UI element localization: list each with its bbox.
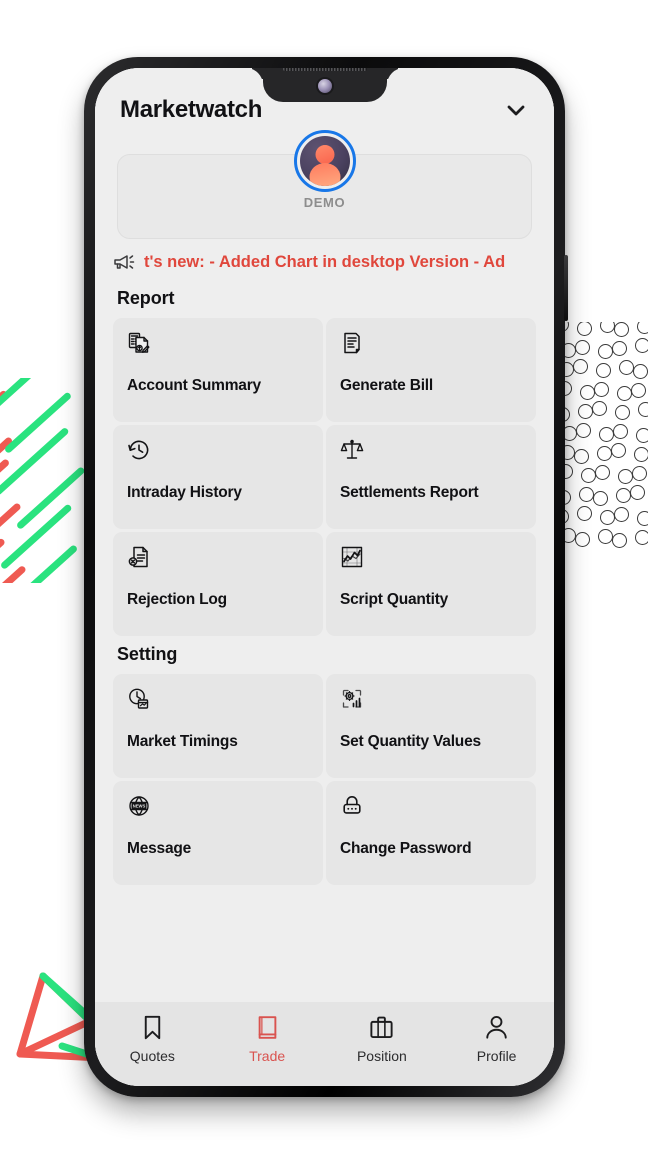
nav-label: Profile	[476, 1048, 517, 1064]
phone-screen: Marketwatch DEMO t's new: - Added Chart …	[95, 68, 554, 1086]
account-zone: DEMO	[95, 130, 554, 244]
bookmark-icon	[139, 1014, 166, 1041]
tile-label: Generate Bill	[340, 377, 434, 394]
app-body: Report Account Summary Generate Bill Int…	[95, 280, 554, 1002]
megaphone-icon	[113, 252, 137, 272]
app-container: Marketwatch DEMO t's new: - Added Chart …	[95, 68, 554, 1086]
page-title: Marketwatch	[120, 96, 263, 123]
tile-label: Intraday History	[127, 484, 242, 501]
phone-frame: Marketwatch DEMO t's new: - Added Chart …	[84, 57, 568, 1097]
marquee-text: t's new: - Added Chart in desktop Versio…	[144, 252, 506, 271]
tile-message[interactable]: NEWS Message	[113, 781, 323, 885]
balance-scales-icon	[340, 438, 522, 484]
tile-rejection-log[interactable]: Rejection Log	[113, 532, 323, 636]
bottom-navigation: Quotes Trade Position Profile	[95, 1002, 554, 1086]
clock-calendar-icon	[127, 687, 309, 733]
nav-label: Trade	[249, 1048, 286, 1064]
gear-bar-chart-icon	[340, 687, 522, 733]
setting-tile-grid: Market Timings Set Quantity Values NEWS …	[95, 674, 554, 885]
tile-label: Change Password	[340, 840, 472, 857]
document-calculator-edit-icon	[127, 331, 309, 377]
clock-history-icon	[127, 438, 309, 484]
news-globe-icon: NEWS	[127, 794, 309, 840]
document-x-circle-icon	[127, 545, 309, 591]
tile-label: Account Summary	[127, 377, 261, 394]
nav-item-quotes[interactable]: Quotes	[95, 1014, 210, 1064]
line-chart-icon	[340, 545, 522, 591]
report-tile-grid: Account Summary Generate Bill Intraday H…	[95, 318, 554, 636]
front-camera	[315, 77, 334, 95]
avatar[interactable]: DEMO	[265, 130, 385, 210]
section-title-report: Report	[117, 288, 175, 308]
document-lines-icon	[340, 331, 522, 377]
news-marquee[interactable]: t's new: - Added Chart in desktop Versio…	[95, 244, 554, 280]
padlock-dots-icon	[340, 794, 522, 840]
tile-settlements-report[interactable]: Settlements Report	[326, 425, 536, 529]
tile-account-summary[interactable]: Account Summary	[113, 318, 323, 422]
tile-label: Market Timings	[127, 733, 238, 750]
nav-label: Position	[356, 1048, 407, 1064]
tile-label: Set Quantity Values	[340, 733, 481, 750]
tile-intraday-history[interactable]: Intraday History	[113, 425, 323, 529]
tile-label: Message	[127, 840, 192, 857]
tile-market-timings[interactable]: Market Timings	[113, 674, 323, 778]
tile-generate-bill[interactable]: Generate Bill	[326, 318, 536, 422]
phone-side-button[interactable]	[564, 255, 568, 321]
nav-item-profile[interactable]: Profile	[439, 1014, 554, 1064]
user-avatar-icon	[293, 130, 356, 192]
nav-item-position[interactable]: Position	[325, 1014, 440, 1064]
tile-set-quantity-values[interactable]: Set Quantity Values	[326, 674, 536, 778]
tile-label: Script Quantity	[340, 591, 449, 608]
tile-label: Rejection Log	[127, 591, 227, 608]
nav-label: Quotes	[129, 1048, 175, 1064]
book-icon	[254, 1014, 281, 1041]
tile-label: Settlements Report	[340, 484, 479, 501]
tile-script-quantity[interactable]: Script Quantity	[326, 532, 536, 636]
nav-item-trade[interactable]: Trade	[210, 1014, 325, 1064]
person-icon	[483, 1014, 510, 1041]
decorative-dot-pattern	[562, 322, 648, 554]
svg-text:NEWS: NEWS	[133, 804, 146, 809]
speaker-grille	[282, 68, 367, 71]
section-title-setting: Setting	[117, 644, 178, 664]
chevron-down-icon[interactable]	[503, 97, 529, 123]
account-label: DEMO	[303, 195, 346, 210]
tile-change-password[interactable]: Change Password	[326, 781, 536, 885]
briefcase-icon	[368, 1014, 395, 1041]
